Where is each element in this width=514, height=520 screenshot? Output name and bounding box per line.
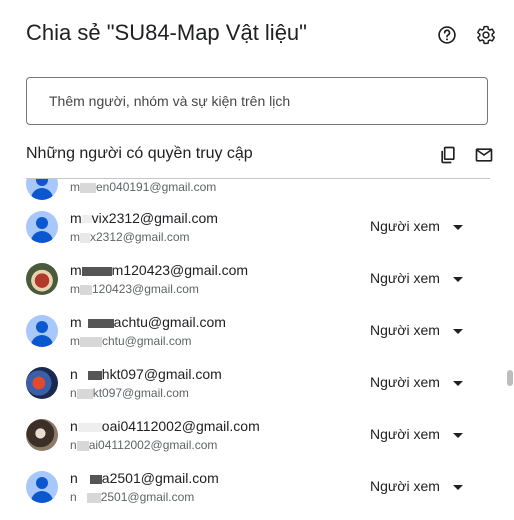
avatar — [26, 367, 58, 399]
avatar — [26, 471, 58, 503]
chevron-down-icon[interactable] — [453, 277, 463, 282]
person-email: m vix2312@gmail.com — [70, 210, 218, 226]
chevron-down-icon[interactable] — [453, 329, 463, 334]
list-scrollbar[interactable] — [507, 370, 513, 386]
person-email: n hkt097@gmail.com — [70, 366, 222, 382]
list-item[interactable]: m vix2312@gmail.com m x2312@gmail.com Ngườ… — [0, 201, 500, 253]
list-item[interactable]: n oai04112002@gmail.com n ai04112002@gmail… — [0, 409, 500, 461]
chevron-down-icon[interactable] — [453, 381, 463, 386]
list-item[interactable]: m m120423@gmail.com m 120423@gmail.com Ngư… — [0, 253, 500, 305]
avatar — [26, 179, 58, 200]
role-dropdown[interactable]: Người xem — [370, 218, 440, 234]
gear-icon[interactable] — [475, 24, 497, 46]
add-people-field[interactable] — [26, 77, 488, 125]
person-email: n a2501@gmail.com — [70, 470, 219, 486]
person-email-secondary: n 2501@gmail.com — [70, 490, 195, 504]
help-icon[interactable] — [436, 24, 458, 46]
list-item[interactable]: m achtu@gmail.com m chtu@gmail.com Người x… — [0, 305, 500, 357]
dialog-title: Chia sẻ "SU84-Map Vật liệu" — [26, 20, 307, 45]
people-with-access-heading: Những người có quyền truy cập — [26, 145, 253, 162]
chevron-down-icon[interactable] — [453, 485, 463, 490]
people-list: m en040191@gmail.com m vix2312@gmail.com m… — [0, 179, 500, 520]
person-email-secondary: m x2312@gmail.com — [70, 230, 190, 244]
add-people-input[interactable] — [47, 92, 471, 110]
person-email: m m120423@gmail.com — [70, 262, 249, 278]
chevron-down-icon[interactable] — [453, 225, 463, 230]
avatar — [26, 315, 58, 347]
list-item[interactable]: n a2501@gmail.com n 2501@gmail.com Người x… — [0, 461, 500, 513]
avatar — [26, 263, 58, 295]
avatar — [26, 211, 58, 243]
person-email: n oai04112002@gmail.com — [70, 418, 260, 434]
role-dropdown[interactable]: Người xem — [370, 270, 440, 286]
person-email-secondary: m 120423@gmail.com — [70, 282, 199, 296]
mail-icon[interactable] — [473, 144, 495, 166]
person-email-secondary: n kt097@gmail.com — [70, 386, 189, 400]
role-dropdown[interactable]: Người xem — [370, 426, 440, 442]
list-item[interactable]: n hkt097@gmail.com n kt097@gmail.com Người… — [0, 357, 500, 409]
person-email-secondary: m en040191@gmail.com — [70, 180, 217, 194]
person-email: m achtu@gmail.com — [70, 314, 226, 330]
role-dropdown[interactable]: Người xem — [370, 478, 440, 494]
role-dropdown[interactable]: Người xem — [370, 374, 440, 390]
role-dropdown[interactable]: Người xem — [370, 322, 440, 338]
chevron-down-icon[interactable] — [453, 433, 463, 438]
person-email-secondary: m chtu@gmail.com — [70, 334, 192, 348]
avatar — [26, 419, 58, 451]
copy-icon[interactable] — [437, 144, 459, 166]
share-dialog: Chia sẻ "SU84-Map Vật liệu" Những người … — [0, 0, 514, 520]
person-email-secondary: n ai04112002@gmail.com — [70, 438, 218, 452]
